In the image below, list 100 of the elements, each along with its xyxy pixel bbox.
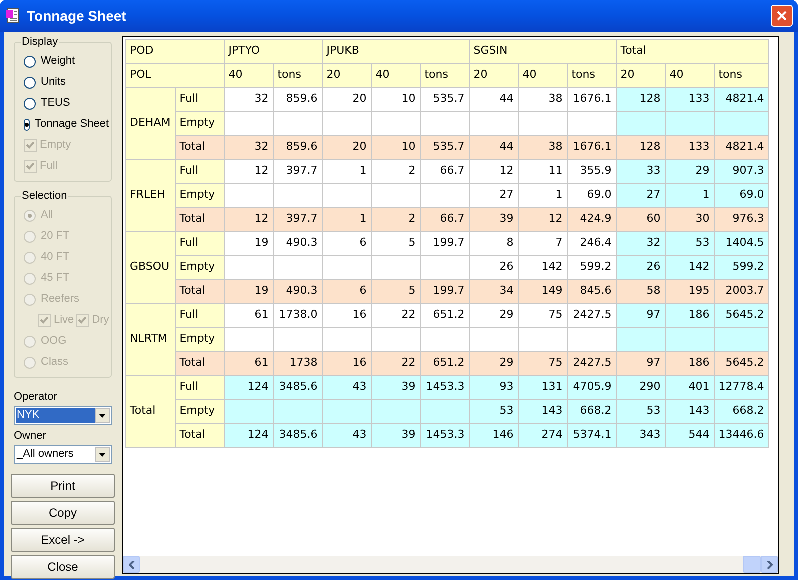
- table-cell: 61: [224, 304, 274, 328]
- action-button[interactable]: Close: [11, 555, 115, 579]
- table-cell: 29: [469, 352, 518, 376]
- table-cell: [224, 328, 274, 352]
- table-cell: [665, 328, 714, 352]
- option-label: 20 FT: [41, 229, 70, 244]
- column-header: POD: [126, 40, 224, 64]
- option-label: Class: [41, 355, 69, 370]
- scroll-left-button[interactable]: [123, 556, 140, 573]
- table-cell: 12: [224, 160, 274, 184]
- table-cell: 19: [224, 232, 274, 256]
- table-cell: 61: [224, 352, 274, 376]
- table-cell: 53: [469, 400, 518, 424]
- table-cell: [224, 400, 274, 424]
- table-cell: 845.6: [567, 280, 616, 304]
- table-cell: 195: [665, 280, 714, 304]
- column-header: 40: [518, 64, 568, 88]
- table-cell: 535.7: [420, 136, 470, 160]
- column-header: SGSIN: [469, 40, 616, 64]
- table-cell: [420, 256, 470, 280]
- table-cell: 13446.6: [714, 424, 769, 448]
- column-header: Total: [616, 40, 769, 64]
- table-cell: 142: [665, 256, 714, 280]
- table-cell: 16: [322, 352, 372, 376]
- table-cell: 599.2: [567, 256, 616, 280]
- table-cell: 290: [616, 376, 666, 400]
- table-cell: 44: [469, 88, 518, 112]
- option-label: Live: [54, 313, 74, 328]
- table-cell: 2: [371, 160, 420, 184]
- table-cell: 66.7: [420, 160, 470, 184]
- dropdown[interactable]: NYK: [14, 406, 112, 425]
- table-cell: 355.9: [567, 160, 616, 184]
- radio-button[interactable]: [24, 98, 36, 110]
- column-header: 20: [469, 64, 518, 88]
- table-cell: 32: [224, 136, 274, 160]
- table-cell: [273, 256, 322, 280]
- radio-button[interactable]: [24, 118, 30, 130]
- table-cell: 44: [469, 136, 518, 160]
- table-cell: [322, 112, 372, 136]
- table-cell: 43: [322, 424, 372, 448]
- scroll-right-button[interactable]: [761, 556, 778, 573]
- option-label: Empty: [40, 138, 72, 154]
- column-header: POL: [126, 64, 224, 88]
- table-cell: [469, 328, 518, 352]
- table-cell: 124: [224, 376, 274, 400]
- action-button[interactable]: Excel ->: [11, 528, 115, 552]
- table-cell: 1404.5: [714, 232, 769, 256]
- column-header: tons: [420, 64, 470, 88]
- dropdown-value: _All owners: [16, 447, 75, 462]
- table-cell: 4821.4: [714, 136, 769, 160]
- row-label: Empty: [175, 400, 224, 424]
- row-header: GBSOU: [126, 232, 176, 304]
- table-cell: [273, 400, 322, 424]
- table-cell: [518, 328, 568, 352]
- table-cell: 43: [322, 376, 372, 400]
- table-cell: 490.3: [273, 280, 322, 304]
- table-cell: 34: [469, 280, 518, 304]
- table-cell: 69.0: [567, 184, 616, 208]
- table-cell: [322, 400, 372, 424]
- table-cell: [420, 184, 470, 208]
- close-button[interactable]: [771, 5, 793, 27]
- dropdown[interactable]: _All owners: [14, 445, 112, 464]
- option-label: Tonnage Sheet: [35, 117, 110, 132]
- horizontal-scrollbar[interactable]: [123, 556, 778, 573]
- scroll-thumb[interactable]: [743, 556, 761, 573]
- column-header: 40: [371, 64, 420, 88]
- table-cell: 1: [518, 184, 568, 208]
- table-cell: 19: [224, 280, 274, 304]
- column-header: tons: [273, 64, 322, 88]
- table-cell: 397.7: [273, 208, 322, 232]
- table-cell: 5374.1: [567, 424, 616, 448]
- table-cell: 143: [665, 400, 714, 424]
- table-cell: 2427.5: [567, 304, 616, 328]
- table-cell: 39: [371, 424, 420, 448]
- app-icon: [5, 8, 21, 24]
- table-cell: [420, 328, 470, 352]
- table-cell: 33: [616, 160, 666, 184]
- table-cell: 30: [665, 208, 714, 232]
- table-cell: 12: [224, 208, 274, 232]
- table-cell: 27: [616, 184, 666, 208]
- dropdown-value: NYK: [16, 408, 95, 423]
- option-label: OOG: [41, 334, 67, 350]
- table-cell: 5645.2: [714, 304, 769, 328]
- radio-button[interactable]: [24, 76, 36, 88]
- table-cell: 8: [469, 232, 518, 256]
- table-cell: [665, 112, 714, 136]
- table-cell: [714, 112, 769, 136]
- action-button[interactable]: Copy: [11, 501, 115, 525]
- row-label: Empty: [175, 112, 224, 136]
- table-cell: 12778.4: [714, 376, 769, 400]
- action-button[interactable]: Print: [11, 474, 115, 498]
- option-label: 40 FT: [41, 250, 70, 266]
- radio-button[interactable]: [24, 56, 36, 68]
- table-cell: 2003.7: [714, 280, 769, 304]
- table-cell: 274: [518, 424, 568, 448]
- table-cell: 29: [469, 304, 518, 328]
- table-cell: 12: [469, 160, 518, 184]
- table-cell: 39: [469, 208, 518, 232]
- table-cell: 490.3: [273, 232, 322, 256]
- table-cell: 146: [469, 424, 518, 448]
